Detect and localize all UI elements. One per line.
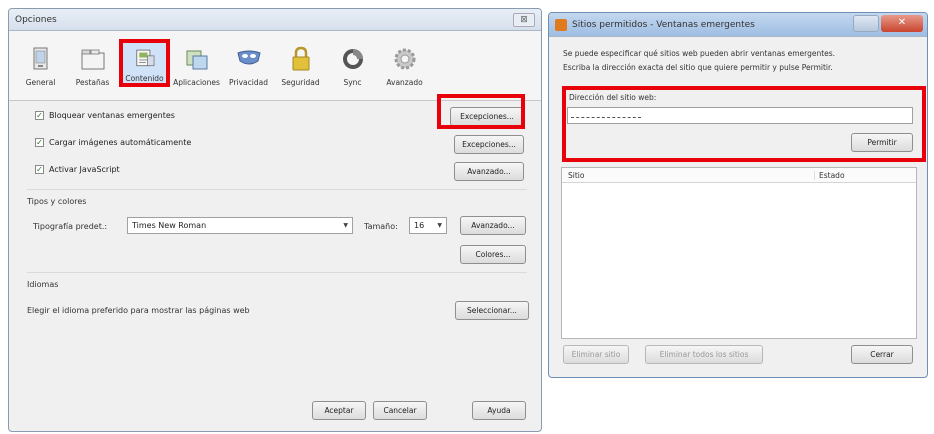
remove-site-button[interactable]: Eliminar sitio bbox=[563, 345, 629, 364]
load-images-checkbox[interactable]: ✓ bbox=[35, 138, 44, 147]
gear-icon bbox=[394, 48, 415, 70]
remove-all-sites-button[interactable]: Eliminar todos los sitios bbox=[645, 345, 763, 364]
tabs-icon bbox=[81, 49, 104, 70]
sync-icon bbox=[342, 49, 363, 69]
close-icon[interactable]: ⊠ bbox=[513, 13, 535, 27]
select-language-button[interactable]: Seleccionar... bbox=[455, 301, 529, 320]
block-popups-row[interactable]: ✓ Bloquear ventanas emergentes bbox=[35, 111, 175, 120]
block-popups-label: Bloquear ventanas emergentes bbox=[49, 111, 175, 120]
tab-sync-label: Sync bbox=[343, 78, 362, 87]
load-images-row[interactable]: ✓ Cargar imágenes automáticamente bbox=[35, 138, 191, 147]
dropdown-arrow-icon: ▼ bbox=[343, 222, 348, 229]
lock-icon bbox=[292, 46, 309, 71]
general-icon bbox=[33, 47, 47, 70]
languages-description: Elegir el idioma preferido para mostrar … bbox=[27, 306, 250, 315]
tab-privacidad[interactable]: Privacidad bbox=[223, 39, 274, 100]
fonts-section-title: Tipos y colores bbox=[27, 197, 87, 206]
enable-js-label: Activar JavaScript bbox=[49, 165, 120, 174]
col-status-header[interactable]: Estado bbox=[814, 170, 845, 180]
tab-general[interactable]: General bbox=[15, 39, 66, 100]
options-title: Opciones bbox=[15, 14, 57, 25]
maximize-button[interactable] bbox=[853, 15, 879, 32]
allowed-sites-window: Sitios permitidos - Ventanas emergentes … bbox=[548, 12, 928, 378]
firefox-icon bbox=[555, 18, 567, 31]
languages-section-title: Idiomas bbox=[27, 280, 59, 289]
tab-avanzado-label: Avanzado bbox=[386, 78, 423, 87]
allowed-sites-description-2: Escriba la dirección exacta del sitio qu… bbox=[563, 63, 833, 72]
exceptions-images-button[interactable]: Excepciones... bbox=[454, 135, 524, 154]
default-font-value: Times New Roman bbox=[132, 221, 207, 230]
options-toolbar: General Pestañas Contenido Aplicaciones … bbox=[9, 31, 541, 101]
close-button[interactable]: Cerrar bbox=[851, 345, 913, 364]
advanced-js-button[interactable]: Avanzado... bbox=[454, 162, 524, 181]
accept-button[interactable]: Aceptar bbox=[312, 401, 366, 420]
cancel-button[interactable]: Cancelar bbox=[373, 401, 427, 420]
tab-contenido[interactable]: Contenido bbox=[119, 39, 170, 87]
close-icon[interactable]: ✕ bbox=[881, 15, 923, 32]
tab-contenido-label: Contenido bbox=[125, 74, 164, 83]
tab-general-label: General bbox=[25, 78, 56, 87]
privacy-mask-icon bbox=[236, 50, 261, 65]
divider-2 bbox=[27, 272, 527, 273]
enable-js-row[interactable]: ✓ Activar JavaScript bbox=[35, 165, 120, 174]
dropdown-arrow-icon: ▼ bbox=[437, 222, 442, 229]
address-underline bbox=[571, 117, 641, 118]
default-font-select[interactable]: Times New Roman ▼ bbox=[127, 217, 353, 234]
colors-button[interactable]: Colores... bbox=[460, 245, 526, 264]
applications-icon bbox=[186, 50, 207, 70]
address-input[interactable] bbox=[567, 107, 913, 124]
col-site-header[interactable]: Sitio bbox=[562, 171, 814, 180]
content-icon bbox=[135, 49, 154, 67]
tab-privacidad-label: Privacidad bbox=[229, 78, 268, 87]
tab-aplicaciones[interactable]: Aplicaciones bbox=[171, 39, 222, 100]
allowed-sites-titlebar: Sitios permitidos - Ventanas emergentes … bbox=[549, 13, 927, 37]
allowed-sites-list-header: Sitio Estado bbox=[562, 168, 916, 183]
allowed-sites-description-1: Se puede especificar qué sitios web pued… bbox=[563, 49, 836, 58]
size-label: Tamaño: bbox=[364, 222, 398, 231]
tab-avanzado[interactable]: Avanzado bbox=[379, 39, 430, 100]
tab-seguridad[interactable]: Seguridad bbox=[275, 39, 326, 100]
advanced-fonts-button[interactable]: Avanzado... bbox=[460, 216, 526, 235]
size-value: 16 bbox=[414, 221, 425, 230]
exceptions-popups-button[interactable]: Excepciones... bbox=[450, 107, 524, 126]
tab-seguridad-label: Seguridad bbox=[281, 78, 320, 87]
tab-pestanas-label: Pestañas bbox=[75, 78, 110, 87]
help-button[interactable]: Ayuda bbox=[472, 401, 526, 420]
allow-button[interactable]: Permitir bbox=[851, 133, 913, 152]
tab-pestanas[interactable]: Pestañas bbox=[67, 39, 118, 100]
divider-1 bbox=[27, 189, 527, 190]
tab-aplicaciones-label: Aplicaciones bbox=[173, 78, 220, 87]
block-popups-checkbox[interactable]: ✓ bbox=[35, 111, 44, 120]
enable-js-checkbox[interactable]: ✓ bbox=[35, 165, 44, 174]
load-images-label: Cargar imágenes automáticamente bbox=[49, 138, 192, 147]
allowed-sites-title: Sitios permitidos - Ventanas emergentes bbox=[572, 19, 755, 30]
allowed-sites-list[interactable]: Sitio Estado bbox=[561, 167, 917, 339]
tab-sync[interactable]: Sync bbox=[327, 39, 378, 100]
options-titlebar: Opciones ⊠ bbox=[9, 9, 541, 31]
options-window: Opciones ⊠ General Pestañas Contenido Ap… bbox=[8, 8, 542, 432]
default-font-label: Tipografía predet.: bbox=[33, 222, 108, 231]
address-label: Dirección del sitio web: bbox=[569, 93, 657, 102]
size-select[interactable]: 16 ▼ bbox=[409, 217, 447, 234]
